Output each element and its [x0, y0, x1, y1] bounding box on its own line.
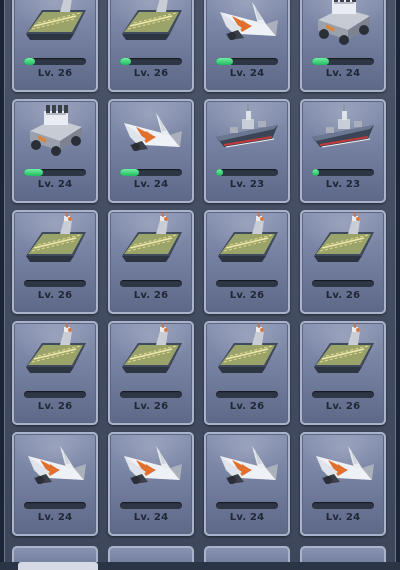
carrier-icon [212, 212, 282, 272]
unit-level-label: Lv. 24 [325, 68, 361, 79]
unit-level-label: Lv. 24 [133, 512, 169, 523]
unit-card[interactable]: Lv. 24 [12, 432, 98, 536]
progress-fill [120, 58, 132, 65]
unit-card[interactable]: Lv. 26 [300, 321, 386, 425]
progress-fill [24, 58, 36, 65]
unit-card[interactable]: Lv. 26 [204, 210, 290, 314]
jet-icon [212, 434, 282, 494]
progress-fill [312, 169, 320, 176]
unit-level-label: Lv. 24 [229, 512, 265, 523]
progress-bar [24, 58, 86, 65]
unit-card[interactable]: Lv. 23 [300, 99, 386, 203]
progress-fill [120, 169, 139, 176]
unit-card[interactable]: Lv. 24 [204, 432, 290, 536]
progress-bar [312, 502, 374, 509]
progress-bar [312, 58, 374, 65]
unit-level-label: Lv. 23 [325, 179, 361, 190]
unit-card[interactable]: Lv. 24 [300, 0, 386, 92]
unit-card[interactable]: Lv. 26 [204, 321, 290, 425]
unit-card[interactable]: Lv. 26 [12, 321, 98, 425]
unit-level-label: Lv. 26 [37, 68, 73, 79]
tank-icon [20, 101, 90, 161]
warship-icon [212, 101, 282, 161]
carrier-icon [20, 0, 90, 50]
progress-fill [24, 169, 43, 176]
unit-level-label: Lv. 26 [133, 290, 169, 301]
progress-bar [120, 169, 182, 176]
unit-level-label: Lv. 26 [229, 290, 265, 301]
jet-icon [212, 0, 282, 50]
unit-level-label: Lv. 23 [229, 179, 265, 190]
unit-grid: Lv. 26 Lv. 26 Lv. 24 Lv. 24 Lv. 24 Lv. 2… [12, 0, 388, 536]
progress-bar [216, 280, 278, 287]
unit-card[interactable]: Lv. 24 [300, 432, 386, 536]
unit-level-label: Lv. 24 [37, 179, 73, 190]
unit-card[interactable]: Lv. 26 [108, 0, 194, 92]
progress-bar [120, 391, 182, 398]
warship-icon [308, 101, 378, 161]
progress-bar [216, 169, 278, 176]
unit-card[interactable]: Lv. 26 [300, 210, 386, 314]
progress-bar [120, 58, 182, 65]
carrier-icon [116, 212, 186, 272]
carrier-icon [20, 323, 90, 383]
carrier-icon [308, 323, 378, 383]
jet-icon [116, 434, 186, 494]
progress-bar [120, 502, 182, 509]
tank-icon [308, 0, 378, 50]
jet-icon [308, 434, 378, 494]
unit-level-label: Lv. 26 [133, 68, 169, 79]
progress-fill [312, 58, 330, 65]
progress-bar [312, 391, 374, 398]
unit-card[interactable]: Lv. 24 [12, 99, 98, 203]
tab-active[interactable] [18, 562, 98, 570]
progress-fill [216, 58, 234, 65]
progress-bar [24, 391, 86, 398]
unit-level-label: Lv. 26 [133, 401, 169, 412]
progress-bar [216, 502, 278, 509]
jet-icon [116, 101, 186, 161]
carrier-icon [308, 212, 378, 272]
progress-bar [216, 391, 278, 398]
unit-level-label: Lv. 24 [325, 512, 361, 523]
unit-level-label: Lv. 26 [37, 290, 73, 301]
unit-level-label: Lv. 24 [229, 68, 265, 79]
unit-level-label: Lv. 24 [37, 512, 73, 523]
progress-bar [24, 169, 86, 176]
progress-bar [24, 502, 86, 509]
unit-level-label: Lv. 24 [133, 179, 169, 190]
unit-card[interactable]: Lv. 23 [204, 99, 290, 203]
unit-level-label: Lv. 26 [37, 401, 73, 412]
unit-card[interactable]: Lv. 26 [12, 210, 98, 314]
progress-bar [216, 58, 278, 65]
unit-level-label: Lv. 26 [325, 401, 361, 412]
progress-bar [312, 169, 374, 176]
carrier-icon [116, 323, 186, 383]
progress-bar [24, 280, 86, 287]
unit-level-label: Lv. 26 [325, 290, 361, 301]
progress-bar [312, 280, 374, 287]
unit-card[interactable]: Lv. 26 [108, 210, 194, 314]
carrier-icon [212, 323, 282, 383]
unit-card[interactable]: Lv. 24 [108, 99, 194, 203]
progress-fill [216, 169, 224, 176]
unit-card[interactable]: Lv. 26 [108, 321, 194, 425]
unit-card[interactable]: Lv. 24 [204, 0, 290, 92]
unit-card[interactable]: Lv. 26 [12, 0, 98, 92]
unit-card[interactable]: Lv. 24 [108, 432, 194, 536]
unit-level-label: Lv. 26 [229, 401, 265, 412]
carrier-icon [116, 0, 186, 50]
carrier-icon [20, 212, 90, 272]
progress-bar [120, 280, 182, 287]
jet-icon [20, 434, 90, 494]
